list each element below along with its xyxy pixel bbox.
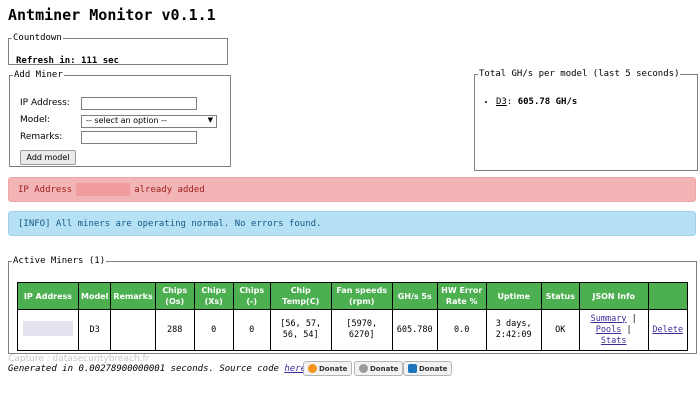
error-alert-prefix: IP Address [18, 185, 73, 195]
miners-table: IP Address Model Remarks Chips (Os) Chip… [17, 282, 688, 351]
col-chips-os: Chips (Os) [154, 282, 195, 310]
cell-chip-temp: [56, 57, 56, 54] [269, 309, 332, 351]
add-miner-panel: Add Miner IP Address: Model: -- select a… [9, 70, 231, 167]
footer-prefix: Generated in 0.00278900000001 seconds. S… [8, 364, 279, 374]
ip-address-input[interactable] [81, 97, 197, 110]
model-select[interactable]: -- select an option -- ▼ [81, 115, 217, 128]
donate-bitcoin-label: Donate [319, 365, 348, 373]
totals-model-link[interactable]: D3 [496, 97, 507, 107]
cell-chips-xs: 0 [193, 309, 234, 351]
remarks-input[interactable] [81, 131, 197, 144]
col-chips-xs: Chips (Xs) [193, 282, 234, 310]
json-separator: | [626, 324, 632, 335]
col-ip-address: IP Address [17, 282, 79, 310]
cell-uptime: 3 days, 2:42:09 [485, 309, 542, 351]
col-json-info: JSON Info [578, 282, 649, 310]
model-select-value: -- select an option -- [86, 116, 167, 125]
col-ghs-5s: GH/s 5s [391, 282, 438, 310]
cell-model: D3 [77, 309, 112, 351]
cell-chips-dash: 0 [232, 309, 271, 351]
dash-icon [408, 364, 417, 373]
donate-dash-label: Donate [419, 365, 448, 373]
chevron-down-icon: ▼ [207, 116, 213, 124]
countdown-value: 111 sec [81, 56, 119, 66]
summary-link[interactable]: Summary [591, 314, 627, 324]
col-status: Status [540, 282, 580, 310]
cell-ip [17, 309, 79, 351]
cell-status: OK [540, 309, 580, 351]
countdown-panel: Countdown Refresh in: 111 sec [8, 33, 228, 66]
redacted-ip [76, 183, 131, 196]
cell-chips-os: 288 [154, 309, 195, 351]
cell-ghs-5s: 605.780 [391, 309, 438, 351]
col-remarks: Remarks [110, 282, 156, 310]
ip-address-label: IP Address: [20, 98, 70, 108]
model-label: Model: [20, 115, 51, 125]
totals-panel: Total GH/s per model (last 5 seconds) D3… [474, 69, 698, 171]
col-actions [647, 282, 688, 310]
active-miners-panel: Active Miners (1) IP Address Model Remar… [8, 256, 697, 354]
capture-watermark: Capture : datasecuritybreach.fr [8, 354, 150, 364]
stats-link[interactable]: Stats [601, 336, 627, 346]
table-header-row: IP Address Model Remarks Chips (Os) Chip… [17, 282, 688, 310]
totals-list: D3: 605.78 GH/s [484, 97, 577, 107]
col-uptime: Uptime [485, 282, 542, 310]
col-fan-speeds: Fan speeds (rpm) [330, 282, 393, 310]
totals-legend: Total GH/s per model (last 5 seconds) [479, 69, 680, 79]
add-miner-legend: Add Miner [14, 70, 63, 80]
col-chips-dash: Chips (-) [232, 282, 271, 310]
bitcoin-icon [308, 364, 317, 373]
litecoin-icon [359, 364, 368, 373]
delete-link[interactable]: Delete [652, 325, 683, 335]
page-title: Antminer Monitor v0.1.1 [8, 6, 216, 24]
cell-hw-error: 0.0 [436, 309, 487, 351]
json-separator: | [631, 313, 637, 324]
donate-litecoin-label: Donate [370, 365, 399, 373]
donate-dash-button[interactable]: Donate [403, 361, 453, 376]
donate-bitcoin-button[interactable]: Donate [303, 361, 353, 376]
countdown-legend: Countdown [13, 33, 62, 43]
countdown-label: Refresh in: [16, 56, 76, 66]
col-chip-temp: Chip Temp(C) [269, 282, 332, 310]
countdown-row: Refresh in: 111 sec [16, 56, 119, 66]
cell-actions: Delete [647, 309, 688, 351]
error-alert-suffix: already added [134, 185, 205, 195]
col-hw-error: HW Error Rate % [436, 282, 487, 310]
totals-item: D3: 605.78 GH/s [496, 97, 577, 107]
totals-separator: : [506, 97, 513, 107]
cell-json-info: Summary | Pools | Stats [578, 309, 649, 351]
pools-link[interactable]: Pools [596, 325, 622, 335]
info-alert: [INFO] All miners are operating normal. … [8, 211, 696, 236]
totals-value: 605.78 GH/s [517, 97, 578, 107]
add-model-button[interactable]: Add model [20, 150, 76, 165]
table-row: D3 288 0 0 [56, 57, 56, 54] [5970, 6270]… [17, 309, 688, 351]
active-miners-legend: Active Miners (1) [13, 256, 106, 266]
footer-text: Generated in 0.00278900000001 seconds. S… [8, 364, 311, 374]
remarks-label: Remarks: [20, 132, 63, 142]
redacted-ip [23, 320, 73, 336]
cell-remarks [110, 309, 156, 351]
error-alert: IP Address already added [8, 177, 696, 202]
col-model: Model [77, 282, 112, 310]
cell-fan-speeds: [5970, 6270] [330, 309, 393, 351]
donate-litecoin-button[interactable]: Donate [354, 361, 404, 376]
